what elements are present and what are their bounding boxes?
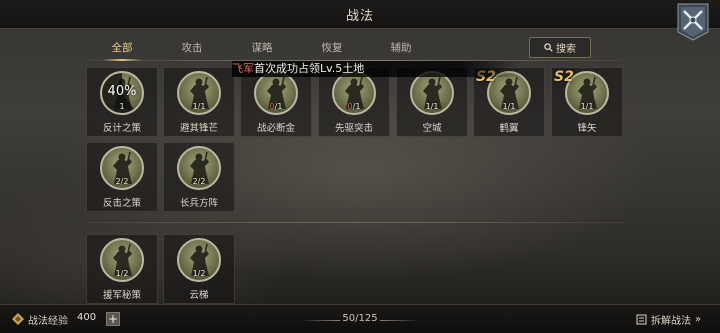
search-label: 搜索 [556,44,576,55]
tactic-name: 援军秘策 [102,290,141,301]
count-right-line [380,320,420,321]
notification-text: 首次成功占领Lv.5土地 [254,62,365,75]
tactic-portrait: 1/1 [177,71,221,115]
bottom-bar: 战法经验 400 + 50/125 拆解战法 » [0,304,720,333]
tactic-name: 锋矢 [577,123,597,134]
tactic-level: 2/2 [115,177,129,186]
tactic-portrait: 1/2 [100,238,144,282]
tactic-name: 云梯 [189,290,209,301]
section-divider [86,222,626,223]
tactic-portrait: 0/1 [332,71,376,115]
tab-strategy[interactable]: 谋略 [232,38,292,58]
tactic-card[interactable]: 40% 1 反计之策 [86,67,158,137]
tactic-name: 反计之策 [102,123,141,134]
tactic-count: 50/125 [342,313,378,324]
notification-highlight: 飞军 [232,62,254,75]
tactic-name: 空城 [422,123,442,134]
tactic-level: 0/1 [347,102,361,111]
tactic-name: 鹤翼 [499,123,519,134]
tactic-card[interactable]: 1/2 云梯 [163,234,235,304]
notification-banner: 飞军首次成功占领Lv.5土地 [232,61,520,77]
tactic-level: 2/2 [192,177,206,186]
tactic-level: 1/1 [502,102,516,111]
tactic-name: 反击之策 [102,198,141,209]
tactic-card[interactable]: 1/1 避其锋芒 [163,67,235,137]
tactic-name: 避其锋芒 [179,123,218,134]
chevron-right-icon: » [695,314,702,325]
page-title: 战法 [345,9,374,24]
tactic-portrait: 1/2 [177,238,221,282]
tactic-level: 1 [119,102,125,111]
tactic-portrait: 2/2 [100,146,144,190]
tactic-card[interactable]: 1/1 S2 锋矢 [551,67,623,137]
tactic-card[interactable]: 2/2 反击之策 [86,142,158,212]
tactic-card[interactable]: 0/1 先驱突击 [318,67,390,137]
progress-percent: 40% [107,84,137,99]
tactic-card[interactable]: 2/2 长兵方阵 [163,142,235,212]
dismantle-button[interactable]: 拆解战法 » [636,312,701,327]
tactic-card[interactable]: 0/1 战必断金 [240,67,312,137]
tactic-level: 0/1 [269,102,283,111]
tactic-level: 1/1 [192,102,206,111]
tactic-name: 先驱突击 [334,123,373,134]
tactic-portrait: 40% 1 [100,71,144,115]
tactic-portrait: 2/2 [177,146,221,190]
tactic-name: 战必断金 [256,123,295,134]
tactic-portrait: 0/1 [254,71,298,115]
scroll-icon [636,314,647,325]
tab-support[interactable]: 辅助 [371,38,431,58]
tactic-name: 长兵方阵 [179,198,218,209]
crossed-swords-close-icon[interactable] [674,2,712,42]
title-bar: 战法 [0,0,720,29]
search-button[interactable]: 搜索 [529,37,591,58]
tactic-level: 1/2 [115,269,129,278]
tactic-level: 1/2 [192,269,206,278]
dismantle-label: 拆解战法 [651,316,691,327]
tab-all[interactable]: 全部 [92,38,152,61]
tactic-level: 1/1 [425,102,439,111]
tactic-card[interactable]: 1/2 援军秘策 [86,234,158,304]
search-icon [544,43,553,52]
tactic-portrait: 1/1 [410,71,454,115]
season-badge: S2 [554,69,574,85]
tactic-card[interactable]: 1/1 S2 鹤翼 [473,67,545,137]
tab-attack[interactable]: 攻击 [162,38,222,58]
tab-recovery[interactable]: 恢复 [302,38,362,58]
tactic-card[interactable]: 1/1 空城 [396,67,468,137]
tactic-level: 1/1 [580,102,594,111]
